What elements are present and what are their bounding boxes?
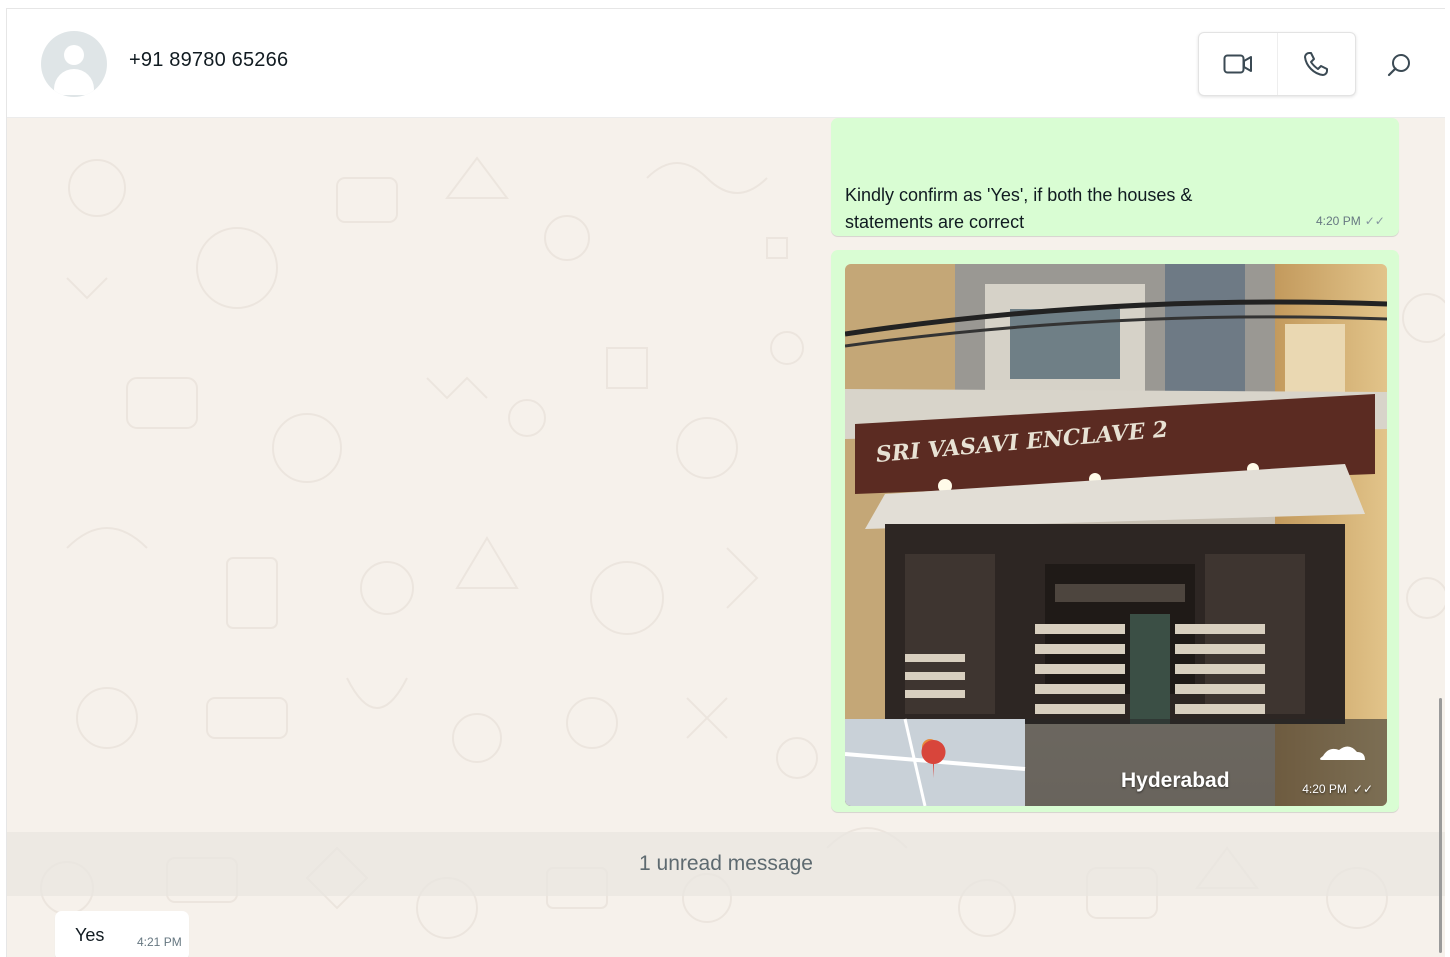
photo-time: 4:20 PM — [1302, 782, 1347, 796]
incoming-message-text: Yes — [75, 925, 105, 945]
double-check-icon: ✓✓ — [1352, 782, 1373, 796]
call-buttons — [1198, 32, 1356, 96]
voice-call-button[interactable] — [1276, 33, 1356, 95]
contact-name[interactable]: +91 89780 65266 — [129, 49, 288, 72]
chat-scrollbar[interactable] — [1439, 698, 1442, 953]
chat-header: +91 89780 65266 — [7, 9, 1445, 118]
incoming-message-time: 4:21 PM — [137, 935, 182, 949]
avatar-head — [64, 45, 84, 65]
double-check-icon: ✓✓ — [1364, 214, 1385, 228]
outgoing-message-text: Kindly confirm as 'Yes', if both the hou… — [845, 185, 1193, 232]
unread-divider: 1 unread message — [7, 832, 1445, 896]
video-camera-icon — [1223, 54, 1252, 74]
search-icon — [1387, 54, 1410, 77]
message-time: 4:20 PM — [1316, 214, 1361, 228]
building-photo-image: SRI VASAVI ENCLAVE 2 — [845, 264, 1387, 806]
default-avatar-icon[interactable] — [41, 31, 107, 97]
outgoing-text-meta: 4:20 PM ✓✓ — [1316, 214, 1385, 228]
photo-location-label: Hyderabad — [1121, 769, 1230, 792]
video-call-button[interactable] — [1199, 33, 1277, 95]
incoming-message-bubble[interactable]: Yes 4:21 PM — [55, 911, 189, 957]
search-button[interactable] — [1381, 47, 1417, 83]
chat-area[interactable]: Kindly confirm as 'Yes', if both the hou… — [7, 118, 1445, 957]
photo-meta: 4:20 PM ✓✓ — [1302, 782, 1373, 796]
building-photo[interactable]: SRI VASAVI ENCLAVE 2 Hyderabad 4:20 PM ✓✓ — [845, 264, 1387, 806]
chat-window: +91 89780 65266 Kindly confirm as 'Yes',… — [6, 8, 1445, 957]
avatar-body — [54, 69, 94, 95]
phone-icon — [1304, 52, 1329, 76]
